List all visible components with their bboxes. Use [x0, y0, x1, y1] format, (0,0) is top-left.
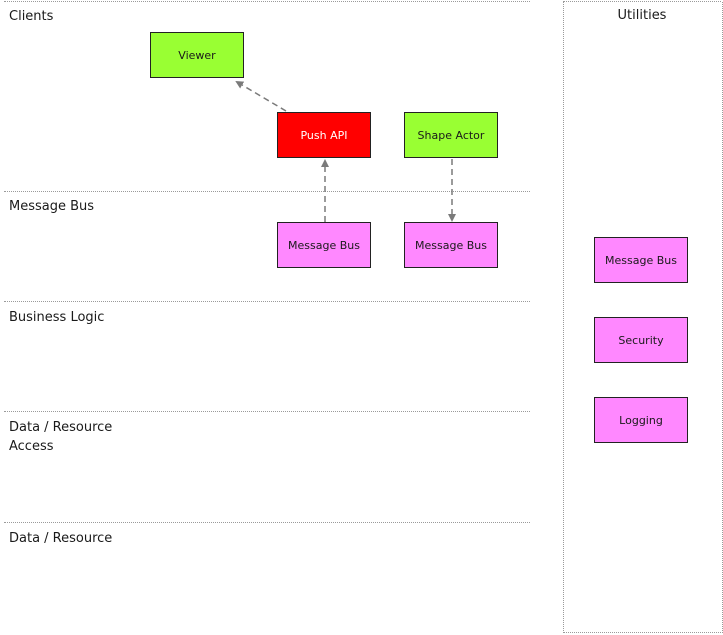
connector-layer [235, 80, 456, 222]
arrow-push-api-to-viewer [235, 80, 287, 112]
